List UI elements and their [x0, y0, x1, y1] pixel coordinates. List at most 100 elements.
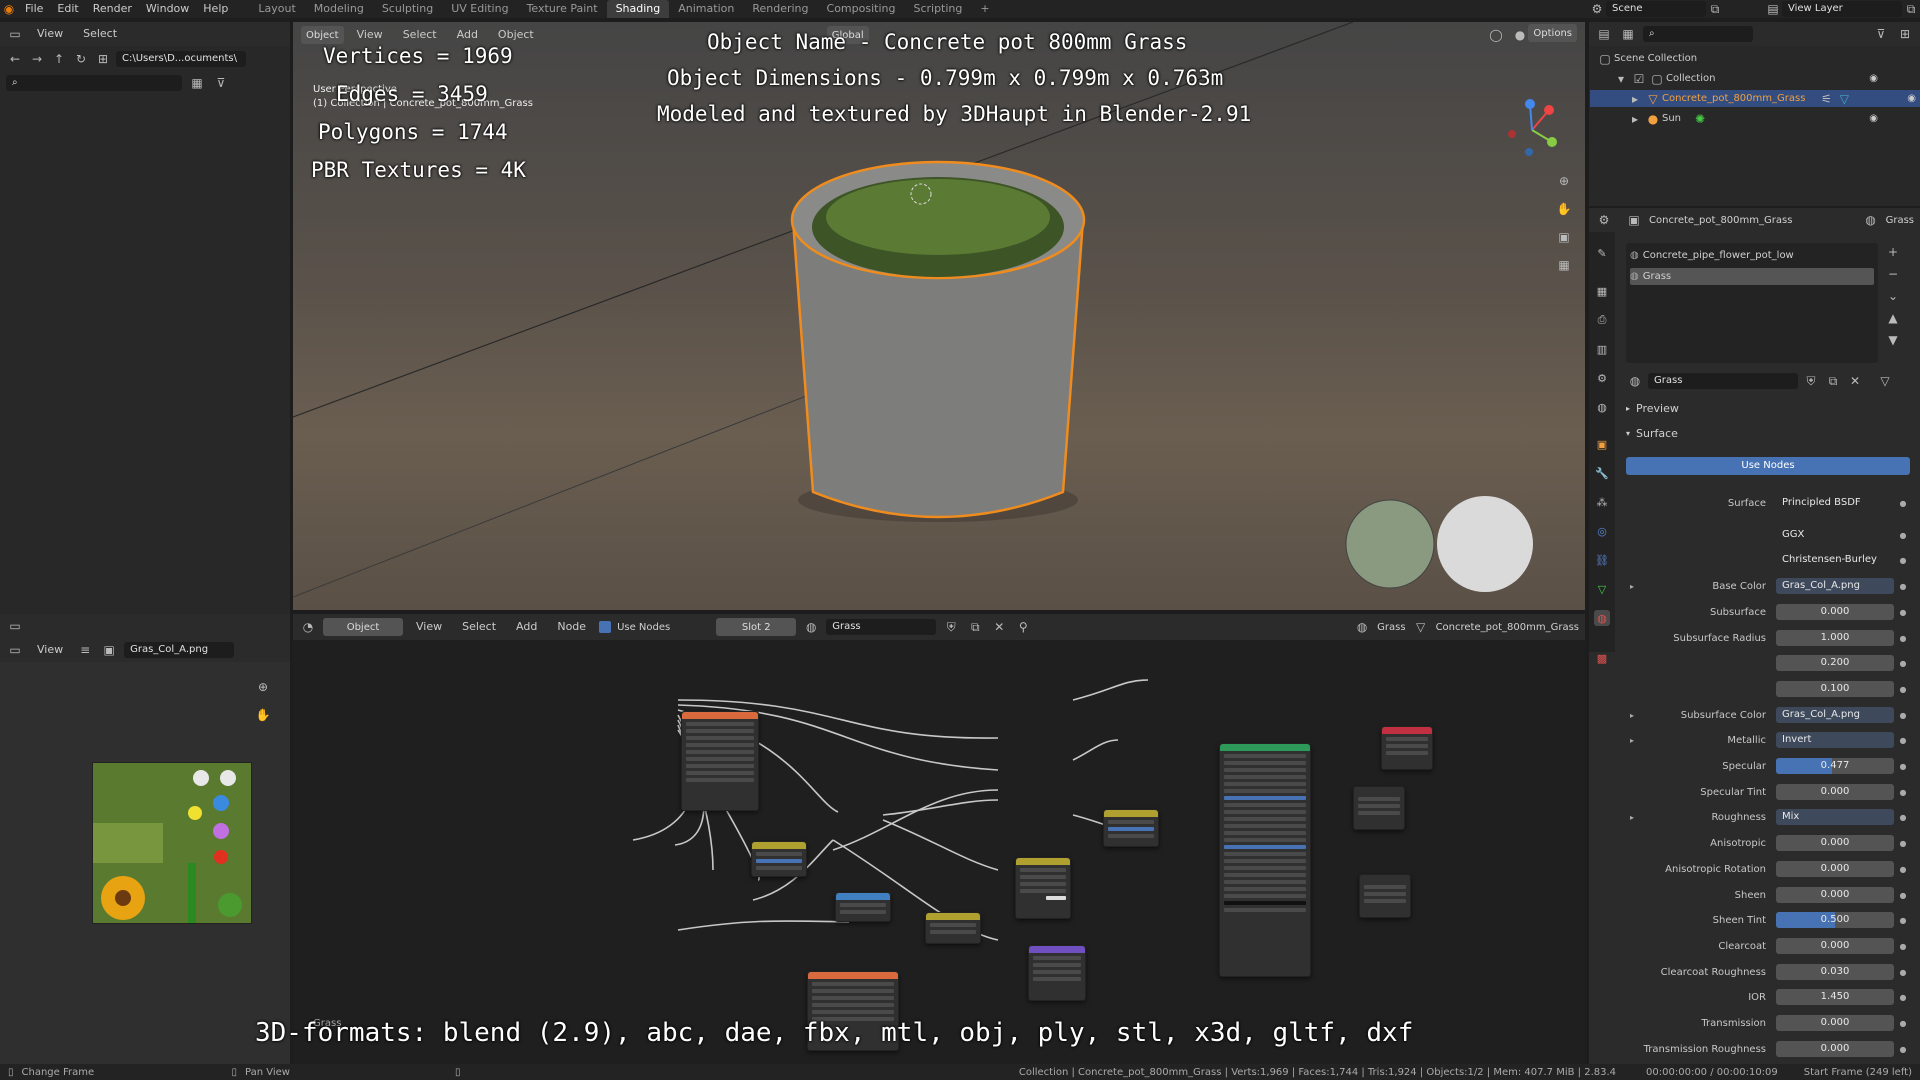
mix-node[interactable] — [1015, 857, 1071, 919]
object-tab-icon[interactable]: ▣ — [1594, 436, 1610, 452]
expand-arrow-icon[interactable]: ▸ — [1626, 90, 1644, 108]
remove-slot-icon[interactable]: − — [1884, 265, 1902, 283]
particles-tab-icon[interactable]: ⁂ — [1594, 494, 1610, 510]
camera-view-icon[interactable]: ▣ — [1555, 228, 1573, 246]
editor-type-icon[interactable]: ▭ — [6, 25, 24, 43]
image-name-field[interactable]: Gras_Col_A.png — [124, 642, 235, 658]
wireframe-shading-icon[interactable]: ◯ — [1487, 26, 1505, 44]
keyframe-dot-icon[interactable]: ● — [1898, 685, 1908, 694]
outliner-search-input[interactable]: ⌕ — [1643, 26, 1753, 42]
image-mode-icon[interactable]: ▭ — [6, 641, 24, 659]
tab-uv-editing[interactable]: UV Editing — [442, 0, 517, 18]
keyframe-dot-icon[interactable]: ● — [1898, 891, 1908, 900]
material-tab-icon[interactable]: ◍ — [1594, 610, 1610, 626]
outliner-scene-collection[interactable]: ▢ Scene Collection — [1596, 50, 1866, 67]
keyframe-dot-icon[interactable]: ● — [1898, 865, 1908, 874]
invert-node[interactable] — [751, 841, 807, 877]
keyframe-dot-icon[interactable]: ● — [1898, 788, 1908, 797]
menu-render[interactable]: Render — [86, 0, 139, 18]
viewport-menu-view[interactable]: View — [350, 26, 390, 44]
navigation-gizmo[interactable] — [1497, 90, 1567, 160]
prop-value-slider[interactable]: 0.000 — [1776, 861, 1894, 877]
render-tab-icon[interactable]: ▦ — [1594, 283, 1610, 299]
tab-modeling[interactable]: Modeling — [305, 0, 373, 18]
keyframe-dot-icon[interactable]: ● — [1898, 916, 1908, 925]
zoom-icon[interactable]: ⊕ — [254, 678, 272, 696]
menu-file[interactable]: File — [18, 0, 50, 18]
prop-value-field[interactable]: Gras_Col_A.png — [1776, 578, 1894, 594]
modifier-tab-icon[interactable]: 🔧 — [1594, 465, 1610, 481]
material-browse-icon[interactable]: ◍ — [1626, 372, 1644, 390]
image-menu-view[interactable]: View — [30, 641, 70, 659]
keyframe-dot-icon[interactable]: ● — [1898, 1019, 1908, 1028]
constraints-tab-icon[interactable]: ⛓ — [1594, 552, 1610, 568]
expand-arrow-icon[interactable]: ▸ — [1630, 711, 1634, 720]
material-browse-icon[interactable]: ◍ — [802, 618, 820, 636]
material-name-field[interactable]: Grass — [826, 619, 937, 635]
hamburger-menu-icon[interactable]: ≡ — [76, 641, 94, 659]
prop-value-slider[interactable]: 0.100 — [1776, 681, 1894, 697]
editor-type-icon[interactable]: ⚙ — [1595, 211, 1613, 229]
prop-value-slider[interactable]: 0.000 — [1776, 604, 1894, 620]
material-link-icon[interactable]: ▽ — [1876, 372, 1894, 390]
pan-hand-icon[interactable]: ✋ — [254, 706, 272, 724]
preview-section-header[interactable]: ▸ Preview — [1626, 402, 1679, 415]
tab-layout[interactable]: Layout — [249, 0, 304, 18]
editor-type-icon[interactable]: ▭ — [6, 617, 24, 635]
outliner-item-pot[interactable]: ▸ ▽ Concrete_pot_800mm_Grass ⚟ ▽ ◉ — [1590, 90, 1920, 107]
prop-value-slider[interactable]: 0.200 — [1776, 655, 1894, 671]
surface-section-header[interactable]: ▾ Surface — [1626, 427, 1678, 440]
menu-window[interactable]: Window — [139, 0, 196, 18]
prop-value-field[interactable]: Gras_Col_A.png — [1776, 707, 1894, 723]
tab-rendering[interactable]: Rendering — [743, 0, 817, 18]
forward-arrow-icon[interactable]: → — [28, 50, 46, 68]
keyframe-dot-icon[interactable]: ● — [1898, 762, 1908, 771]
expand-arrow-icon[interactable]: ▸ — [1630, 582, 1634, 591]
slot-dropdown[interactable]: Slot 2 — [716, 618, 797, 636]
expand-arrow-icon[interactable]: ▸ — [1630, 813, 1634, 822]
node-editor[interactable]: ◔ Object View Select Add Node Use Nodes … — [255, 614, 1585, 1064]
visibility-eye-icon[interactable]: ◉ — [1869, 113, 1878, 124]
world-tab-icon[interactable]: ◍ — [1594, 399, 1610, 415]
parent-dir-icon[interactable]: ↑ — [50, 50, 68, 68]
material-output-node-2[interactable] — [1353, 786, 1405, 830]
keyframe-dot-icon[interactable]: ● — [1898, 531, 1908, 540]
keyframe-dot-icon[interactable]: ● — [1898, 942, 1908, 951]
material-slot-concrete[interactable]: ◍ Concrete_pipe_flower_pot_low — [1630, 247, 1874, 264]
outliner-collection[interactable]: ▾ ☑ ▢ Collection ◉ — [1612, 70, 1882, 87]
keyframe-dot-icon[interactable]: ● — [1898, 839, 1908, 848]
new-collection-icon[interactable]: ⊞ — [1896, 25, 1914, 43]
tab-scripting[interactable]: Scripting — [904, 0, 971, 18]
add-workspace-button[interactable]: + — [971, 0, 998, 18]
path-field[interactable]: C:\Users\D...ocuments\ — [116, 51, 246, 67]
tab-animation[interactable]: Animation — [669, 0, 743, 18]
viewport-menu-object[interactable]: Object — [491, 26, 541, 44]
expand-arrow-icon[interactable]: ▾ — [1612, 70, 1630, 88]
image-browse-icon[interactable]: ▣ — [100, 641, 118, 659]
viewport-menu-select[interactable]: Select — [396, 26, 444, 44]
keyframe-dot-icon[interactable]: ● — [1898, 499, 1908, 508]
view-layer-tab-icon[interactable]: ▥ — [1594, 341, 1610, 357]
keyframe-dot-icon[interactable]: ● — [1898, 736, 1908, 745]
view-layer-selector[interactable]: View Layer — [1782, 1, 1902, 17]
keyframe-dot-icon[interactable]: ● — [1898, 968, 1908, 977]
tab-texture-paint[interactable]: Texture Paint — [518, 0, 607, 18]
gamma-node[interactable] — [925, 912, 981, 944]
slot-specials-icon[interactable]: ⌄ — [1884, 287, 1902, 305]
file-search-input[interactable]: ⌕ — [6, 75, 182, 91]
visibility-eye-icon[interactable]: ◉ — [1907, 93, 1916, 104]
fake-user-shield-icon[interactable]: ⛨ — [942, 618, 960, 636]
keyframe-dot-icon[interactable]: ● — [1898, 711, 1908, 720]
keyframe-dot-icon[interactable]: ● — [1898, 634, 1908, 643]
normal-map-node[interactable] — [1028, 945, 1086, 1001]
prop-value-slider[interactable]: 0.477 — [1776, 758, 1894, 774]
zoom-icon[interactable]: ⊕ — [1555, 172, 1573, 190]
data-tab-icon[interactable]: ▽ — [1594, 581, 1610, 597]
viewport-menu-add[interactable]: Add — [450, 26, 485, 44]
expand-arrow-icon[interactable]: ▸ — [1630, 736, 1634, 745]
display-mode-icon[interactable]: ▦ — [188, 74, 206, 92]
tab-shading[interactable]: Shading — [606, 0, 670, 18]
use-nodes-checkbox[interactable] — [599, 621, 612, 633]
prop-value-slider[interactable]: 0.000 — [1776, 887, 1894, 903]
tab-sculpting[interactable]: Sculpting — [373, 0, 442, 18]
